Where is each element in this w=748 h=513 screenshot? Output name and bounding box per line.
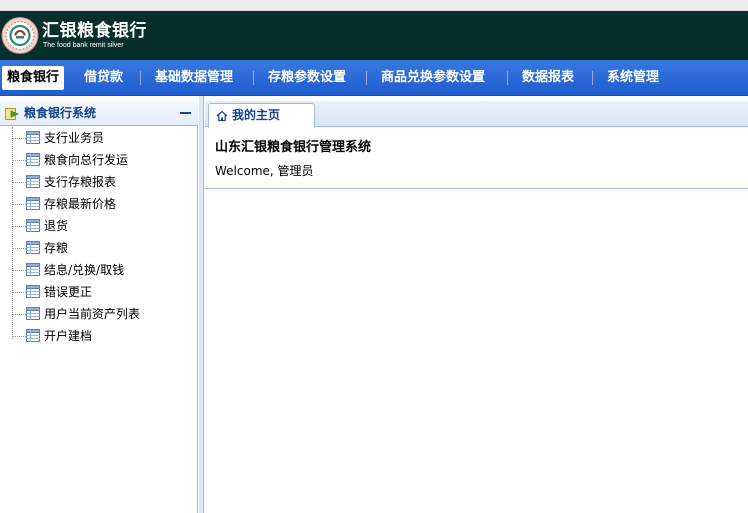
tree-connector: [12, 336, 26, 337]
tree-connector: [12, 292, 26, 293]
sidebar-item-label: 存粮: [44, 241, 69, 255]
sidebar-item-label: 粮食向总行发运: [44, 153, 129, 167]
tree-connector: [12, 138, 26, 139]
nav-item-reports[interactable]: 数据报表: [522, 65, 574, 91]
brand-subtitle: The food bank remit silver: [43, 42, 124, 49]
grid-icon: [26, 153, 40, 166]
sidebar-item-deposit-grain[interactable]: 存粮: [12, 237, 198, 259]
grid-icon: [26, 285, 40, 298]
sidebar-item-returns[interactable]: 退货: [12, 215, 198, 237]
sidebar-item-branch-storage-report[interactable]: 支行存粮报表: [12, 171, 198, 193]
tree-connector: [12, 248, 26, 249]
sidebar-item-latest-price[interactable]: 存粮最新价格: [12, 193, 198, 215]
sidebar-title: 粮食银行系统: [24, 106, 97, 120]
main-content: 我的主页 山东汇银粮食银行管理系统 Welcome, 管理员: [205, 101, 748, 513]
nav-item-system[interactable]: 系统管理: [607, 65, 659, 91]
panel-splitter[interactable]: [199, 96, 204, 513]
app-header: 汇银粮食银行 The food bank remit silver: [0, 11, 748, 60]
tab-bar: 我的主页: [205, 101, 748, 128]
grid-icon: [26, 263, 40, 276]
home-icon: [216, 110, 228, 122]
sidebar-panel: 粮食银行系统 支行业务员粮食向总行发运 支行存粮报表 存粮最新价格 退货存粮结息/兑换…: [0, 101, 198, 513]
grid-icon: [26, 175, 40, 188]
browser-top-strip: [0, 0, 748, 11]
tree-connector: [12, 204, 26, 205]
sidebar-item-label: 支行业务员: [44, 131, 105, 145]
bank-seal-logo: [1, 17, 39, 54]
nav-item-grain-bank[interactable]: 粮食银行: [2, 66, 65, 90]
sidebar-item-label: 开户建档: [44, 329, 93, 343]
nav-item-storage-params[interactable]: 存粮参数设置: [268, 65, 346, 91]
nav-separator: [507, 71, 508, 85]
sidebar-item-label: 支行存粮报表: [44, 175, 117, 189]
tree-connector: [12, 270, 26, 271]
nav-separator: [366, 71, 367, 85]
nav-item-exchange-params[interactable]: 商品兑换参数设置: [381, 65, 485, 91]
sidebar-item-grain-shipment[interactable]: 粮食向总行发运: [12, 149, 198, 171]
sidebar-item-label: 退货: [44, 219, 69, 233]
nav-item-loans[interactable]: 借贷款: [84, 65, 123, 91]
system-title: 山东汇银粮食银行管理系统: [215, 140, 372, 155]
tree-connector: [12, 160, 26, 161]
sidebar-item-label: 存粮最新价格: [44, 197, 117, 211]
nav-separator: [253, 71, 254, 85]
grid-icon: [26, 329, 40, 342]
tab-home[interactable]: 我的主页: [208, 103, 315, 128]
main-nav: 粮食银行 借贷款 基础数据管理 存粮参数设置 商品兑换参数设置 数据报表 系统管…: [0, 60, 748, 96]
sidebar-item-user-assets-list[interactable]: 用户当前资产列表: [12, 303, 198, 325]
minus-icon[interactable]: [180, 112, 191, 114]
brand-name: 汇银粮食银行: [42, 21, 147, 41]
sidebar-header: 粮食银行系统: [0, 101, 198, 126]
sidebar-item-branch-staff[interactable]: 支行业务员: [12, 127, 198, 149]
grid-icon: [26, 131, 40, 144]
grid-icon: [26, 219, 40, 232]
grid-icon: [26, 307, 40, 320]
welcome-text: Welcome, 管理员: [215, 164, 314, 178]
nav-separator: [140, 71, 141, 85]
sidebar-item-label: 用户当前资产列表: [44, 307, 141, 321]
nav-separator: [592, 71, 593, 85]
tree-connector: [12, 314, 26, 315]
home-panel: 山东汇银粮食银行管理系统 Welcome, 管理员: [205, 128, 748, 189]
tree-connector: [12, 182, 26, 183]
sidebar-item-error-correction[interactable]: 错误更正: [12, 281, 198, 303]
sidebar-item-open-account[interactable]: 开户建档: [12, 325, 198, 347]
tree-connector: [12, 226, 26, 227]
sidebar-item-interest-exchange-withdraw[interactable]: 结息/兑换/取钱: [12, 259, 198, 281]
sidebar-item-label: 结息/兑换/取钱: [44, 263, 125, 277]
grid-icon: [26, 197, 40, 210]
nav-item-base-data[interactable]: 基础数据管理: [155, 65, 233, 91]
tab-home-label: 我的主页: [232, 108, 281, 122]
grid-icon: [26, 241, 40, 254]
sidebar-item-label: 错误更正: [44, 285, 93, 299]
folder-arrow-icon: [5, 108, 20, 120]
